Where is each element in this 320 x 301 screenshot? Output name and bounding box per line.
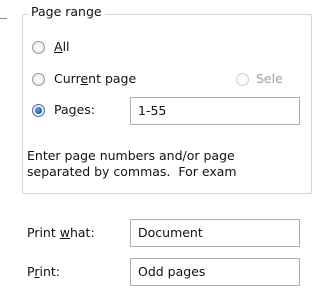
page-range-help-text: Enter page numbers and/or page separated…: [27, 148, 297, 180]
print-label: Print:: [27, 264, 60, 279]
page-range-legend: Page range: [28, 4, 105, 19]
selection-label[interactable]: Sele: [256, 72, 283, 86]
dialog-edge-tick: [0, 18, 7, 19]
selection-radio[interactable]: [236, 73, 249, 86]
current-page-label[interactable]: Current page: [54, 72, 136, 86]
print-what-label: Print what:: [27, 225, 95, 240]
pages-input[interactable]: 1-55: [130, 97, 300, 125]
all-pages-radio[interactable]: [32, 41, 45, 54]
help-line-2: separated by commas. For exam: [27, 164, 237, 179]
print-select[interactable]: Odd pages: [130, 258, 300, 286]
pages-label[interactable]: Pages:: [54, 103, 95, 117]
all-pages-label[interactable]: All: [54, 40, 70, 54]
help-line-1: Enter page numbers and/or page: [27, 148, 235, 163]
current-page-radio[interactable]: [32, 73, 45, 86]
print-what-select[interactable]: Document: [130, 219, 300, 247]
pages-radio[interactable]: [32, 104, 45, 117]
